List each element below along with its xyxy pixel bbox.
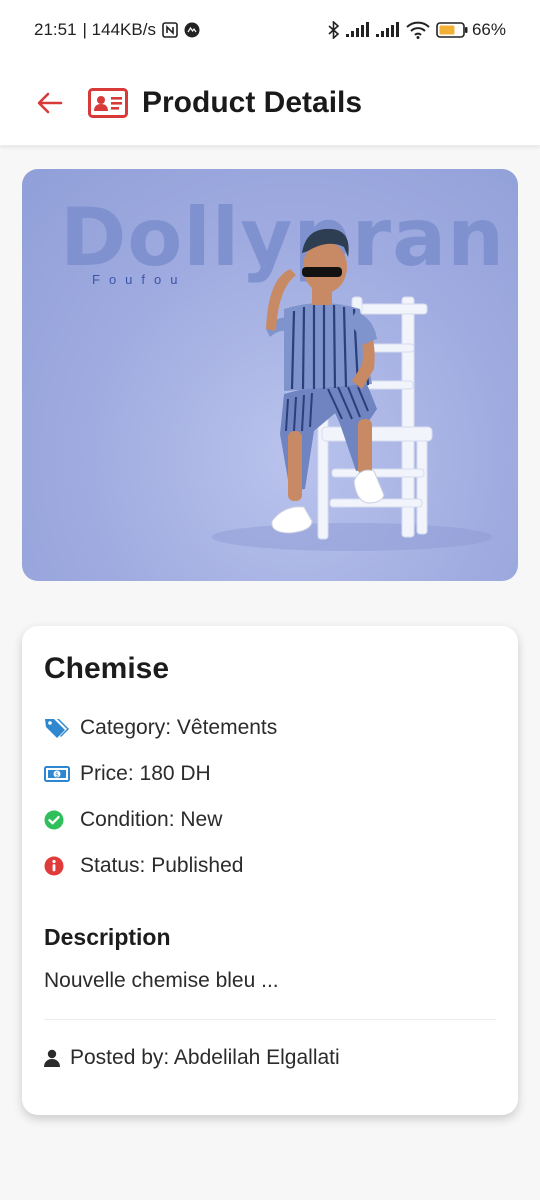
product-info-card: Chemise Category: Vêtements $ Price: 180…	[22, 626, 518, 1115]
condition-row: Condition: New	[44, 808, 222, 832]
app-notification-icon	[184, 22, 200, 38]
battery-level: 66%	[471, 20, 506, 39]
page-title: Product Details	[142, 85, 363, 119]
check-circle-icon	[44, 810, 72, 830]
signal-icon-1	[345, 22, 370, 38]
tags-icon	[44, 717, 72, 739]
battery-icon	[436, 22, 468, 38]
back-button[interactable]	[36, 89, 64, 117]
money-bill-icon: $	[44, 765, 72, 783]
user-icon	[44, 1049, 62, 1067]
price-text: Price: 180 DH	[80, 762, 211, 785]
info-circle-icon	[44, 856, 72, 876]
posted-by-text: Posted by: Abdelilah Elgallati	[70, 1046, 340, 1069]
product-image: Dollypran Foufou	[22, 169, 518, 581]
battery-indicator: 66%	[436, 20, 506, 40]
svg-text:$: $	[55, 772, 59, 779]
status-left: 21:51 | 144KB/s	[34, 20, 200, 40]
status-right: 66%	[328, 20, 506, 40]
nfc-icon	[162, 22, 178, 38]
product-name: Chemise	[44, 652, 170, 685]
arrow-left-icon	[37, 92, 63, 113]
signal-icon-2	[375, 22, 400, 38]
status-time: 21:51	[34, 20, 77, 39]
wifi-icon	[406, 21, 430, 39]
price-row: $ Price: 180 DH	[44, 762, 211, 786]
divider	[44, 1019, 496, 1020]
app-bar: Product Details	[0, 60, 540, 146]
status-bar: 21:51 | 144KB/s 66%	[0, 0, 540, 60]
category-text: Category: Vêtements	[80, 716, 278, 739]
status-row: Status: Published	[44, 854, 243, 878]
id-card-icon	[88, 87, 128, 118]
product-photo-illustration	[212, 228, 492, 551]
status-text: Status: Published	[80, 854, 244, 877]
category-row: Category: Vêtements	[44, 716, 277, 740]
description-heading: Description	[44, 924, 171, 950]
bluetooth-icon	[328, 21, 340, 39]
description-text: Nouvelle chemise bleu ...	[44, 969, 279, 992]
posted-by-row: Posted by: Abdelilah Elgallati	[44, 1046, 340, 1070]
condition-text: Condition: New	[80, 808, 223, 831]
network-speed: | 144KB/s	[82, 20, 156, 39]
